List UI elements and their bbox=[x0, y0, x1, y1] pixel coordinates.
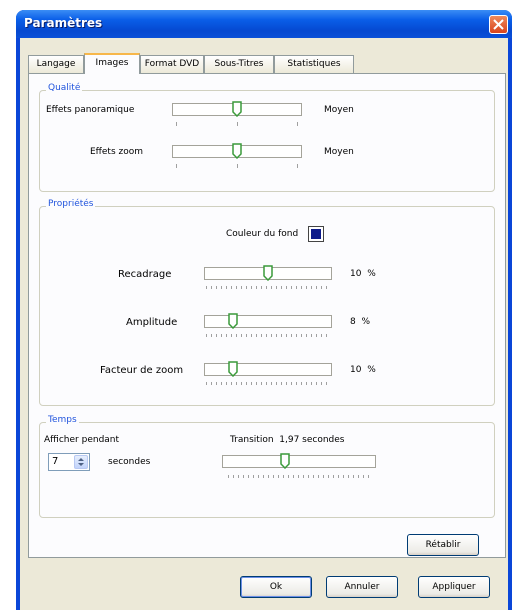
transition-ticks bbox=[228, 475, 372, 478]
quality-group-title: Qualité bbox=[46, 83, 83, 93]
slider-thumb[interactable] bbox=[232, 101, 242, 117]
spin-updown-button[interactable] bbox=[74, 455, 88, 469]
display-duration-label: Afficher pendant bbox=[44, 435, 120, 445]
tab-format-dvd[interactable]: Format DVD bbox=[140, 55, 204, 73]
slider-thumb[interactable] bbox=[280, 453, 290, 469]
dialog-body: Langage Images Format DVD Sous-Titres St… bbox=[20, 38, 508, 610]
amplitude-label: Amplitude bbox=[126, 317, 178, 328]
tab-langage[interactable]: Langage bbox=[28, 55, 84, 73]
tab-sous-titres[interactable]: Sous-Titres bbox=[204, 55, 274, 73]
zoom-factor-ticks bbox=[206, 382, 330, 385]
tab-statistiques[interactable]: Statistiques bbox=[274, 55, 354, 73]
pan-effects-value: Moyen bbox=[324, 105, 354, 115]
crop-slider[interactable] bbox=[204, 265, 332, 281]
close-icon bbox=[493, 19, 504, 30]
slider-thumb[interactable] bbox=[263, 265, 273, 281]
images-tab-panel: Qualité Effets panoramique Moyen Effets … bbox=[28, 73, 506, 558]
tab-images[interactable]: Images bbox=[84, 53, 140, 74]
reset-button[interactable]: Rétablir bbox=[407, 534, 479, 556]
properties-group-title: Propriétés bbox=[46, 199, 96, 209]
apply-button[interactable]: Appliquer bbox=[418, 576, 490, 598]
spin-arrows-icon bbox=[78, 458, 84, 466]
zoom-factor-value: 10 % bbox=[350, 365, 376, 375]
zoom-effects-value: Moyen bbox=[324, 147, 354, 157]
zoom-factor-slider[interactable] bbox=[204, 361, 332, 377]
zoom-factor-label: Facteur de zoom bbox=[100, 365, 184, 376]
time-group-title: Temps bbox=[46, 415, 79, 425]
window-title: Paramètres bbox=[24, 16, 103, 30]
slider-thumb[interactable] bbox=[228, 313, 238, 329]
zoom-effects-slider[interactable] bbox=[172, 143, 302, 159]
quality-group: Qualité Effets panoramique Moyen Effets … bbox=[39, 83, 495, 192]
time-group: Temps Afficher pendant 7 secondes Transi… bbox=[39, 415, 495, 518]
zoom-ticks bbox=[176, 164, 298, 168]
amplitude-value: 8 % bbox=[350, 317, 371, 327]
background-color-button[interactable] bbox=[308, 226, 324, 242]
duration-spinner[interactable]: 7 bbox=[48, 453, 90, 471]
amplitude-slider[interactable] bbox=[204, 313, 332, 329]
duration-value: 7 bbox=[52, 456, 59, 467]
transition-slider[interactable] bbox=[222, 453, 376, 469]
ok-button[interactable]: Ok bbox=[240, 576, 312, 598]
crop-value: 10 % bbox=[350, 269, 376, 279]
slider-thumb[interactable] bbox=[232, 143, 242, 159]
seconds-label: secondes bbox=[108, 457, 151, 467]
title-bar[interactable]: Paramètres bbox=[16, 10, 512, 38]
crop-ticks bbox=[206, 286, 330, 289]
pan-effects-slider[interactable] bbox=[172, 101, 302, 117]
slider-thumb[interactable] bbox=[228, 361, 238, 377]
close-button[interactable] bbox=[489, 15, 508, 34]
background-color-label: Couleur du fond bbox=[226, 229, 299, 239]
amplitude-ticks bbox=[206, 334, 330, 337]
pan-effects-label: Effets panoramique bbox=[46, 105, 135, 115]
transition-label: Transition 1,97 secondes bbox=[230, 435, 345, 445]
background-color-swatch bbox=[311, 229, 321, 239]
pan-ticks bbox=[176, 122, 298, 126]
cancel-button[interactable]: Annuler bbox=[326, 576, 398, 598]
zoom-effects-label: Effets zoom bbox=[90, 147, 144, 157]
crop-label: Recadrage bbox=[118, 269, 172, 280]
properties-group: Propriétés Couleur du fond Recadrage 10 … bbox=[39, 199, 495, 406]
settings-window: Paramètres Langage Images Format DVD Sou… bbox=[16, 10, 512, 610]
